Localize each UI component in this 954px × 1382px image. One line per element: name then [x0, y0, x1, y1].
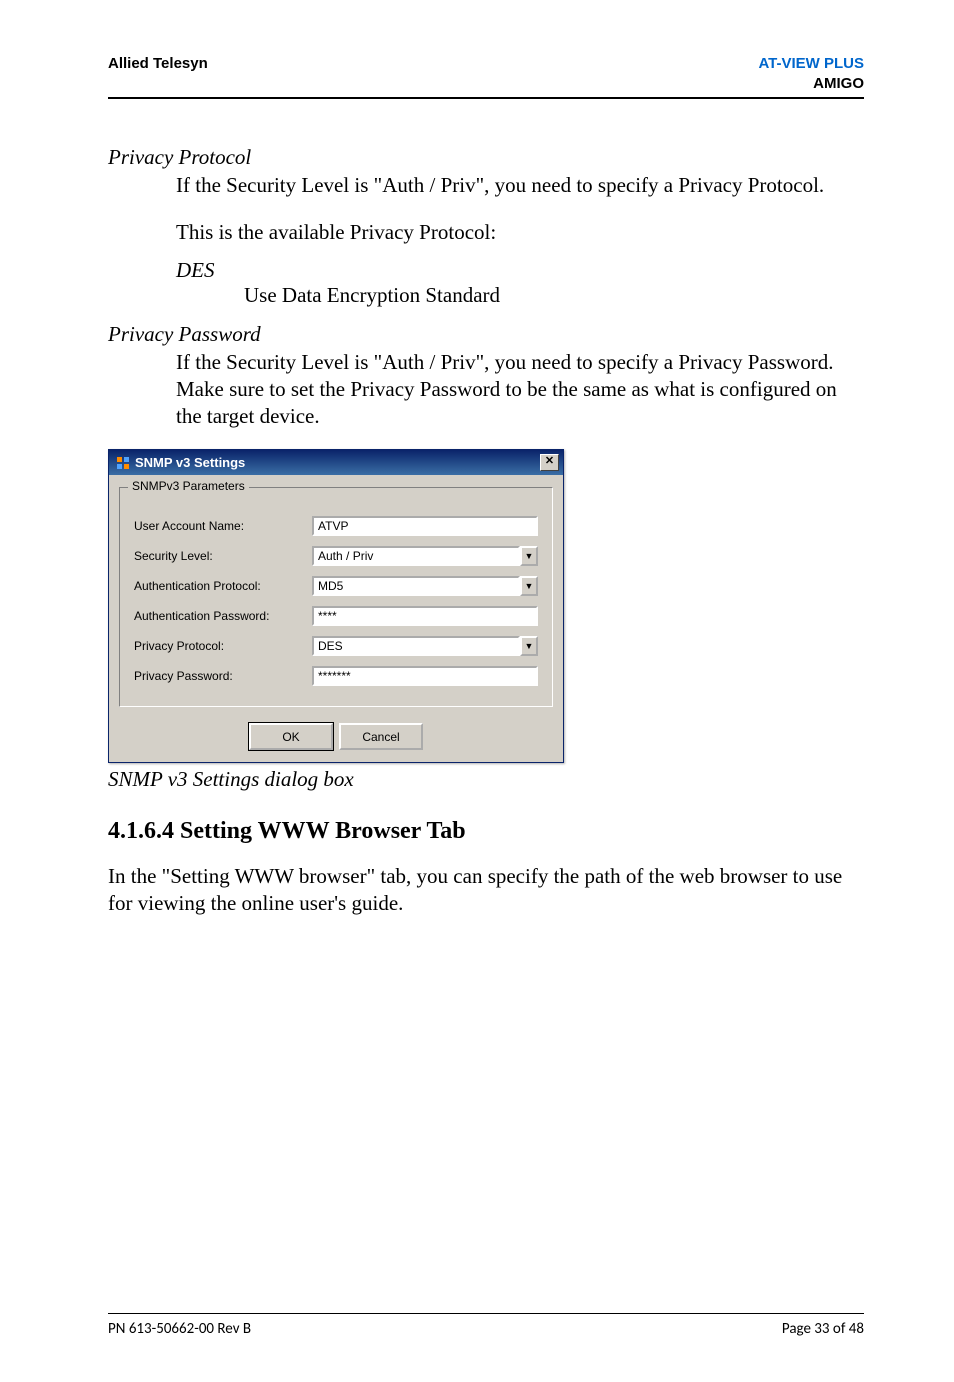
- label-user-account: User Account Name:: [134, 519, 312, 533]
- group-label: SNMPv3 Parameters: [128, 479, 249, 493]
- row-user-account: User Account Name: ATVP: [134, 516, 538, 536]
- privacy-password-p1: If the Security Level is "Auth / Priv", …: [176, 349, 864, 430]
- snmpv3-parameters-group: SNMPv3 Parameters User Account Name: ATV…: [119, 487, 553, 707]
- header-left: Allied Telesyn: [108, 54, 208, 93]
- header-model: AMIGO: [758, 74, 864, 94]
- label-security-level: Security Level:: [134, 549, 312, 563]
- security-level-select[interactable]: Auth / Priv: [312, 546, 520, 566]
- row-security-level: Security Level: Auth / Priv ▼: [134, 546, 538, 566]
- auth-password-input[interactable]: ****: [312, 606, 538, 626]
- page-footer: PN 613-50662-00 Rev B Page 33 of 48: [108, 1313, 864, 1338]
- privacy-protocol-select[interactable]: DES: [312, 636, 520, 656]
- footer-right: Page 33 of 48: [782, 1320, 864, 1338]
- chevron-down-icon[interactable]: ▼: [520, 576, 538, 596]
- user-account-input[interactable]: ATVP: [312, 516, 538, 536]
- privacy-password-input[interactable]: *******: [312, 666, 538, 686]
- des-definition: Use Data Encryption Standard: [244, 283, 864, 308]
- row-auth-protocol: Authentication Protocol: MD5 ▼: [134, 576, 538, 596]
- label-auth-protocol: Authentication Protocol:: [134, 579, 312, 593]
- dialog-button-row: OK Cancel: [109, 713, 563, 762]
- dialog-titlebar: SNMP v3 Settings ✕: [109, 450, 563, 475]
- row-privacy-password: Privacy Password: *******: [134, 666, 538, 686]
- section-4-1-6-4-heading: 4.1.6.4 Setting WWW Browser Tab: [108, 818, 864, 845]
- dialog-caption: SNMP v3 Settings dialog box: [108, 767, 864, 792]
- snmp-v3-settings-dialog: SNMP v3 Settings ✕ SNMPv3 Parameters Use…: [108, 449, 564, 763]
- ok-button[interactable]: OK: [249, 723, 333, 750]
- close-icon[interactable]: ✕: [540, 454, 559, 471]
- label-auth-password: Authentication Password:: [134, 609, 312, 623]
- row-privacy-protocol: Privacy Protocol: DES ▼: [134, 636, 538, 656]
- privacy-password-heading: Privacy Password: [108, 322, 864, 347]
- privacy-protocol-p1: If the Security Level is "Auth / Priv", …: [176, 172, 864, 199]
- app-icon: [115, 455, 131, 471]
- chevron-down-icon[interactable]: ▼: [520, 636, 538, 656]
- label-privacy-password: Privacy Password:: [134, 669, 312, 683]
- header-product: AT-VIEW PLUS: [758, 54, 864, 74]
- privacy-protocol-heading: Privacy Protocol: [108, 145, 864, 170]
- dialog-title: SNMP v3 Settings: [135, 455, 540, 470]
- chevron-down-icon[interactable]: ▼: [520, 546, 538, 566]
- cancel-button[interactable]: Cancel: [339, 723, 423, 750]
- label-privacy-protocol: Privacy Protocol:: [134, 639, 312, 653]
- footer-left: PN 613-50662-00 Rev B: [108, 1320, 251, 1338]
- privacy-protocol-p2: This is the available Privacy Protocol:: [176, 219, 864, 246]
- page-header: Allied Telesyn AT-VIEW PLUS AMIGO: [108, 54, 864, 99]
- section-4-1-6-4-body: In the "Setting WWW browser" tab, you ca…: [108, 863, 864, 917]
- auth-protocol-select[interactable]: MD5: [312, 576, 520, 596]
- des-term: DES: [176, 258, 864, 283]
- row-auth-password: Authentication Password: ****: [134, 606, 538, 626]
